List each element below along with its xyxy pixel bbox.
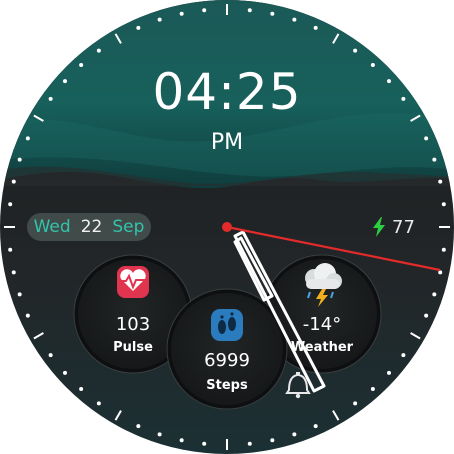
minute-dot <box>270 11 275 16</box>
minute-dot <box>401 353 406 358</box>
minute-dot <box>247 8 252 13</box>
center-pin <box>222 222 232 232</box>
minute-dot <box>62 370 67 375</box>
heart-rate-icon <box>117 266 149 298</box>
minute-dot <box>136 25 141 30</box>
steps-label: Steps <box>206 378 248 393</box>
minute-dot <box>79 387 84 392</box>
minute-dot <box>292 17 297 22</box>
minute-dot <box>438 270 443 275</box>
minute-dot <box>370 387 375 392</box>
am-pm-indicator: PM <box>210 130 244 155</box>
pulse-label: Pulse <box>113 340 153 355</box>
minute-dot <box>8 202 13 207</box>
minute-dot <box>136 424 141 429</box>
battery-indicator[interactable]: 77 <box>372 214 415 240</box>
minute-dot <box>11 270 16 275</box>
footsteps-icon <box>211 309 243 341</box>
minute-dot <box>353 401 358 406</box>
minute-dot <box>202 8 207 13</box>
minute-dot <box>202 441 207 446</box>
weekday: Wed <box>33 217 71 237</box>
minute-dot <box>432 157 437 162</box>
minute-dot <box>313 25 318 30</box>
minute-dot <box>179 11 184 16</box>
minute-dot <box>48 353 53 358</box>
weather-label: Weather <box>290 340 354 355</box>
lightning-icon <box>373 217 385 237</box>
pulse-value-group: 103 Pulse <box>93 314 173 356</box>
minute-dot <box>432 292 437 297</box>
minute-dot <box>17 157 22 162</box>
minute-dot <box>179 438 184 443</box>
minute-dot <box>441 202 446 207</box>
minute-dot <box>25 313 30 318</box>
minute-dot <box>96 401 101 406</box>
minute-dot <box>8 247 13 252</box>
minute-dot <box>96 48 101 53</box>
battery-level: 77 <box>392 216 415 238</box>
minute-dot <box>441 247 446 252</box>
minute-dot <box>387 370 392 375</box>
minute-dot <box>247 441 252 446</box>
weather-value: -14° <box>302 314 342 335</box>
minute-dot <box>157 17 162 22</box>
digital-time: 04:25 <box>152 63 302 121</box>
steps-value-group: 6999 Steps <box>182 350 272 394</box>
month: Sep <box>112 217 145 237</box>
minute-dot <box>17 292 22 297</box>
minute-dot <box>11 179 16 184</box>
minute-dot <box>313 424 318 429</box>
minute-dot <box>157 432 162 437</box>
weather-value-group: -14° Weather <box>282 314 362 356</box>
minute-dot <box>353 48 358 53</box>
minute-dot <box>424 313 429 318</box>
day-of-month: 22 <box>80 217 103 237</box>
minute-dot <box>270 438 275 443</box>
pulse-value: 103 <box>115 314 151 335</box>
date-display[interactable]: Wed 22 Sep <box>27 213 151 241</box>
steps-value: 6999 <box>204 350 250 371</box>
minute-dot <box>292 432 297 437</box>
minute-dot <box>438 179 443 184</box>
